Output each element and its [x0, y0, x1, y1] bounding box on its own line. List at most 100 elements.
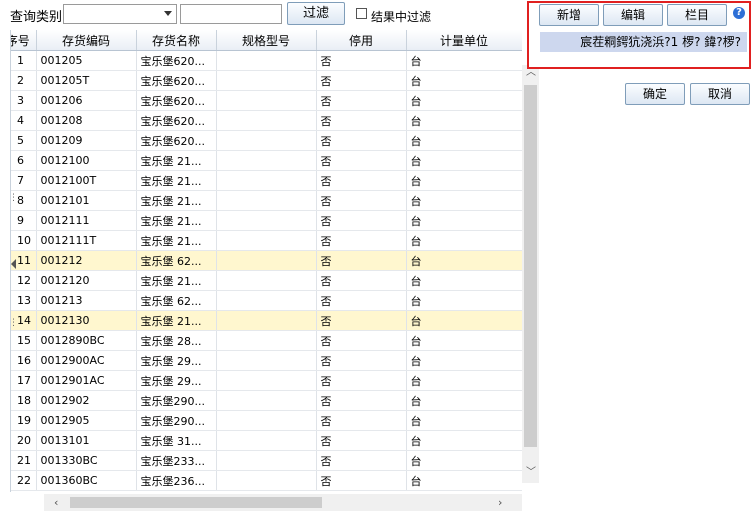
cell-unit: 台: [406, 210, 522, 231]
cell-spec: [216, 470, 317, 491]
cell-spec: [216, 90, 317, 111]
table-row[interactable]: 12 0012120 宝乐堡 21... 否台: [10, 270, 522, 291]
chevron-up-icon[interactable]: ︿: [526, 68, 536, 78]
table-row[interactable]: 13 001213 宝乐堡 62... 否台: [10, 290, 522, 311]
ok-button[interactable]: 确定: [625, 83, 685, 105]
table-row[interactable]: 3 001206 宝乐堡620... 否台: [10, 90, 522, 111]
table-row[interactable]: 11 001212 宝乐堡 62... 否台: [10, 250, 522, 271]
cell-disabled: 否: [316, 90, 407, 111]
help-icon[interactable]: ?: [733, 7, 745, 19]
horizontal-scroll-thumb[interactable]: [70, 497, 322, 508]
table-row[interactable]: 8 0012101 宝乐堡 21... 否台: [10, 190, 522, 211]
table-row[interactable]: 19 0012905 宝乐堡290... 否台: [10, 410, 522, 431]
cell-disabled: 否: [316, 310, 407, 331]
cell-name: 宝乐堡 21...: [136, 190, 217, 211]
table-row[interactable]: 22 001360BC 宝乐堡236... 否台: [10, 470, 522, 491]
table-row[interactable]: 10 0012111T 宝乐堡 21... 否台: [10, 230, 522, 251]
cell-spec: [216, 450, 317, 471]
chevron-right-icon[interactable]: ›: [498, 497, 502, 508]
cell-disabled: 否: [316, 290, 407, 311]
cell-name: 宝乐堡 21...: [136, 310, 217, 331]
cell-disabled: 否: [316, 390, 407, 411]
table-row[interactable]: 4 001208 宝乐堡620... 否台: [10, 110, 522, 131]
cell-unit: 台: [406, 130, 522, 151]
cell-code: 0012100T: [36, 170, 137, 191]
cell-code: 0012902: [36, 390, 137, 411]
edit-button[interactable]: 编辑: [603, 4, 663, 26]
table-row[interactable]: 16 0012900AC 宝乐堡 29... 否台: [10, 350, 522, 371]
vertical-scroll-thumb[interactable]: [524, 85, 537, 447]
splitter-grip[interactable]: ⋮: [9, 319, 18, 328]
cell-seq: 21: [10, 450, 37, 471]
cell-seq: 15: [10, 330, 37, 351]
cell-spec: [216, 410, 317, 431]
cell-seq: 6: [10, 150, 37, 171]
horizontal-scrollbar[interactable]: ‹ ›: [44, 494, 522, 511]
cell-name: 宝乐堡 28...: [136, 330, 217, 351]
inventory-grid[interactable]: 序号 存货编码 存货名称 规格型号 停用 计量单位 1 001205 宝乐堡620.…: [10, 30, 522, 492]
cell-code: 001209: [36, 130, 137, 151]
cell-disabled: 否: [316, 150, 407, 171]
cell-code: 0012111T: [36, 230, 137, 251]
cell-disabled: 否: [316, 210, 407, 231]
table-row[interactable]: 7 0012100T 宝乐堡 21... 否台: [10, 170, 522, 191]
col-header-spec[interactable]: 规格型号: [216, 30, 317, 51]
cell-unit: 台: [406, 50, 522, 71]
add-button[interactable]: 新增: [539, 4, 599, 26]
table-row[interactable]: 17 0012901AC 宝乐堡 29... 否台: [10, 370, 522, 391]
cell-disabled: 否: [316, 450, 407, 471]
col-header-name[interactable]: 存货名称: [136, 30, 217, 51]
cell-spec: [216, 350, 317, 371]
col-header-code[interactable]: 存货编码: [36, 30, 137, 51]
cell-unit: 台: [406, 230, 522, 251]
table-row[interactable]: 2 001205T 宝乐堡620... 否台: [10, 70, 522, 91]
cell-spec: [216, 250, 317, 271]
filter-button[interactable]: 过滤: [287, 2, 345, 25]
cell-name: 宝乐堡 62...: [136, 250, 217, 271]
table-row[interactable]: 1 001205 宝乐堡620... 否台: [10, 50, 522, 71]
col-header-disabled[interactable]: 停用: [316, 30, 407, 51]
cell-name: 宝乐堡 62...: [136, 290, 217, 311]
table-row[interactable]: 14 0012130 宝乐堡 21... 否台: [10, 310, 522, 331]
cell-disabled: 否: [316, 350, 407, 371]
col-header-unit[interactable]: 计量单位: [406, 30, 522, 51]
cell-spec: [216, 370, 317, 391]
cell-spec: [216, 290, 317, 311]
cell-spec: [216, 70, 317, 91]
cell-spec: [216, 230, 317, 251]
cell-code: 0012101: [36, 190, 137, 211]
cell-spec: [216, 430, 317, 451]
cell-unit: 台: [406, 110, 522, 131]
cell-name: 宝乐堡236...: [136, 470, 217, 491]
chevron-down-icon[interactable]: ﹀: [526, 468, 536, 478]
table-row[interactable]: 18 0012902 宝乐堡290... 否台: [10, 390, 522, 411]
vertical-scrollbar[interactable]: ︿ ﹀: [522, 65, 539, 483]
cell-unit: 台: [406, 170, 522, 191]
table-row[interactable]: 20 0013101 宝乐堡 31... 否台: [10, 430, 522, 451]
filter-in-result-checkbox[interactable]: [356, 8, 367, 19]
chevron-left-icon[interactable]: ‹: [54, 497, 58, 508]
table-row[interactable]: 5 001209 宝乐堡620... 否台: [10, 130, 522, 151]
cell-disabled: 否: [316, 170, 407, 191]
splitter-grip[interactable]: ⋮: [9, 194, 18, 203]
cell-disabled: 否: [316, 370, 407, 391]
cancel-button[interactable]: 取消: [690, 83, 750, 105]
cell-unit: 台: [406, 350, 522, 371]
cell-name: 宝乐堡 21...: [136, 230, 217, 251]
table-row[interactable]: 9 0012111 宝乐堡 21... 否台: [10, 210, 522, 231]
chevron-left-icon[interactable]: [11, 259, 16, 269]
cell-code: 0012890BC: [36, 330, 137, 351]
table-row[interactable]: 15 0012890BC 宝乐堡 28... 否台: [10, 330, 522, 351]
col-header-seq[interactable]: 序号: [10, 30, 37, 51]
cell-disabled: 否: [316, 130, 407, 151]
table-row[interactable]: 6 0012100 宝乐堡 21... 否台: [10, 150, 522, 171]
chevron-down-icon[interactable]: [164, 11, 172, 16]
table-row[interactable]: 21 001330BC 宝乐堡233... 否台: [10, 450, 522, 471]
cell-disabled: 否: [316, 410, 407, 431]
filter-text-input[interactable]: [180, 4, 282, 24]
cell-unit: 台: [406, 390, 522, 411]
cell-unit: 台: [406, 90, 522, 111]
cell-seq: 5: [10, 130, 37, 151]
query-category-select[interactable]: [63, 4, 177, 24]
columns-button[interactable]: 栏目: [667, 4, 727, 26]
